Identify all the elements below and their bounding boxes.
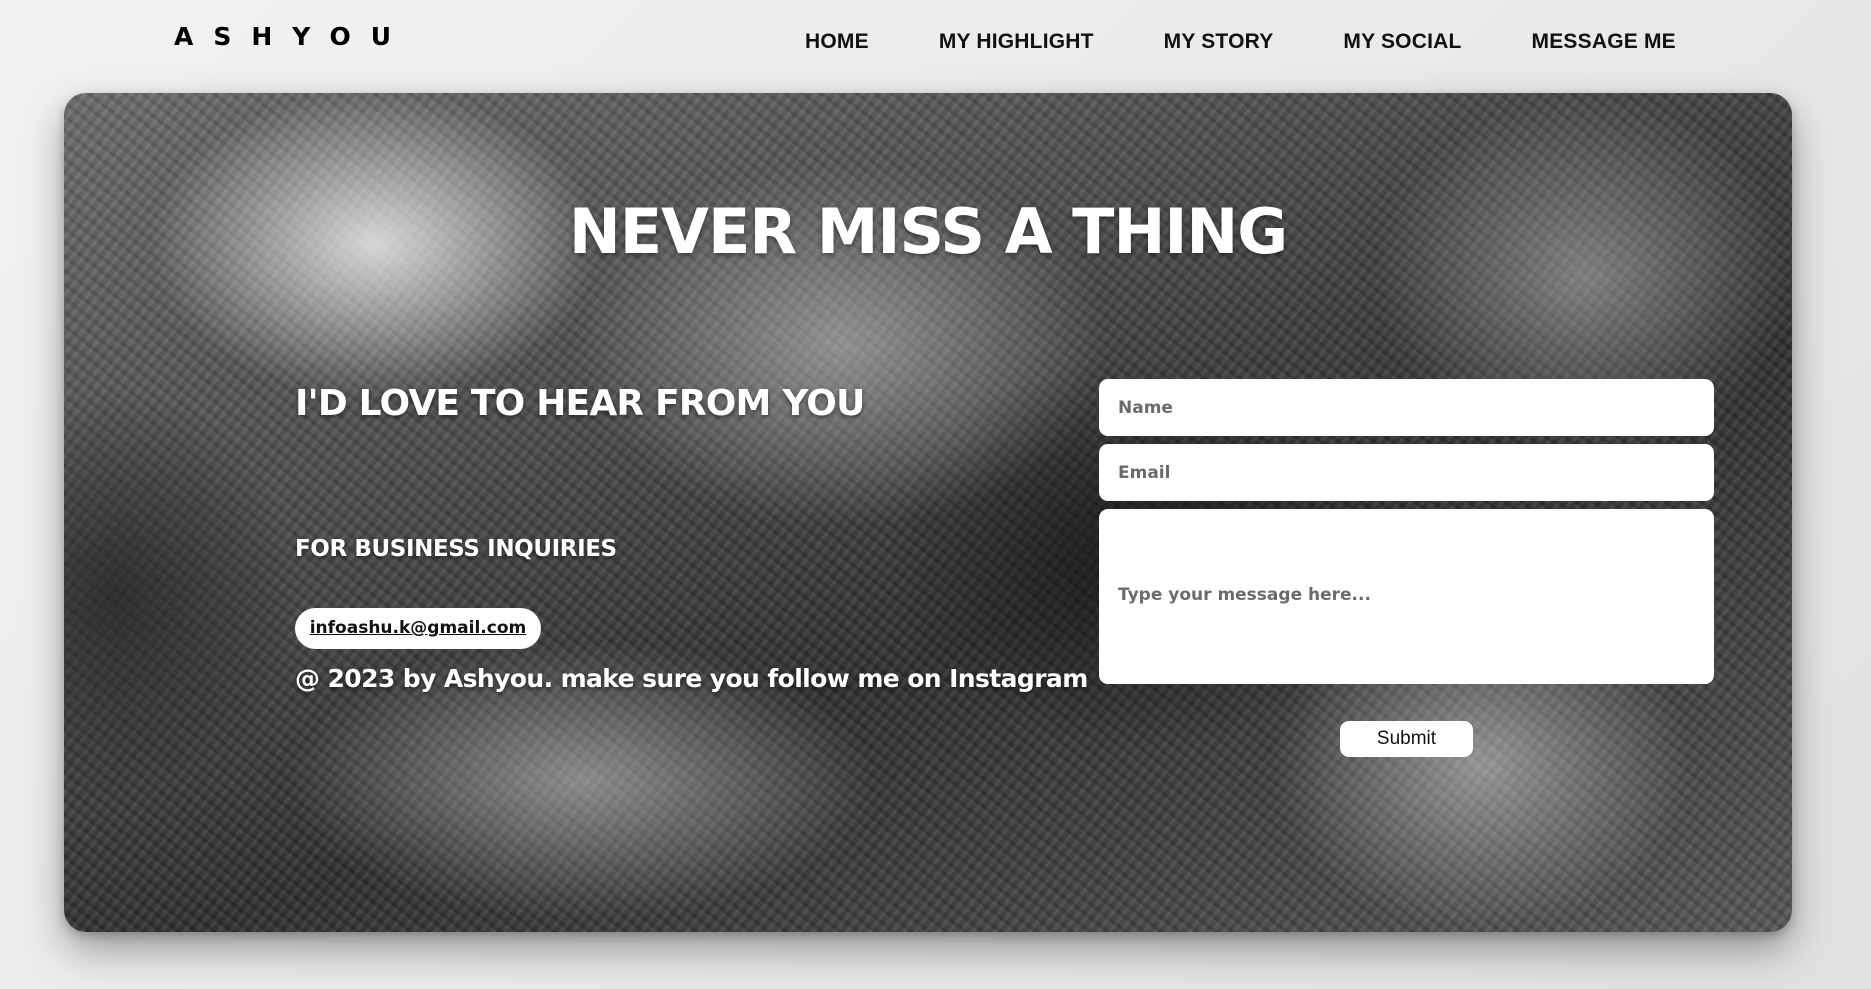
nav-item-my-social[interactable]: MY SOCIAL bbox=[1343, 30, 1461, 54]
nav-item-message-me[interactable]: MESSAGE ME bbox=[1532, 30, 1676, 54]
name-input[interactable] bbox=[1099, 379, 1714, 436]
contact-form bbox=[1099, 379, 1714, 684]
nav-item-my-story[interactable]: MY STORY bbox=[1164, 30, 1274, 54]
top-navigation-bar: ASHYOU HOME MY HIGHLIGHT MY STORY MY SOC… bbox=[0, 0, 1871, 86]
main-nav: HOME MY HIGHLIGHT MY STORY MY SOCIAL MES… bbox=[780, 30, 1746, 54]
email-input[interactable] bbox=[1099, 444, 1714, 501]
hero-title: NEVER MISS A THING bbox=[568, 195, 1288, 268]
message-textarea[interactable] bbox=[1099, 509, 1714, 684]
contact-hero-section: NEVER MISS A THING I'D LOVE TO HEAR FROM… bbox=[64, 93, 1792, 932]
nav-item-my-highlight[interactable]: MY HIGHLIGHT bbox=[939, 30, 1094, 54]
copyright-text: @ 2023 by Ashyou. make sure you follow m… bbox=[295, 664, 1088, 693]
business-email-link[interactable]: infoashu.k@gmail.com bbox=[295, 608, 541, 649]
contact-subheading: I'D LOVE TO HEAR FROM YOU bbox=[295, 383, 865, 424]
site-logo[interactable]: ASHYOU bbox=[174, 22, 411, 51]
business-inquiries-label: FOR BUSINESS INQUIRIES bbox=[295, 536, 617, 562]
submit-button[interactable]: Submit bbox=[1340, 721, 1473, 757]
nav-item-home[interactable]: HOME bbox=[805, 30, 869, 54]
